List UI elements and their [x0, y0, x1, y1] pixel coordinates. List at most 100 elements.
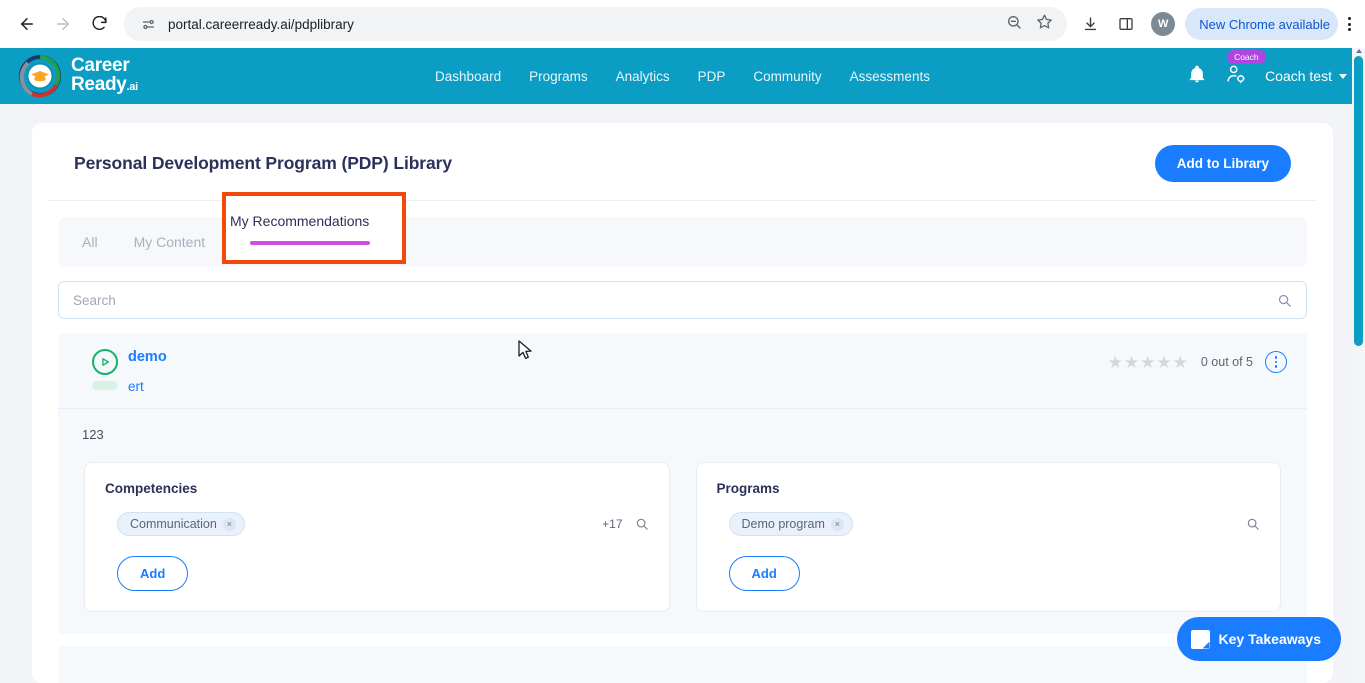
- rating-area: ★★★★★ 0 out of 5: [1108, 347, 1287, 373]
- more-dot: [1275, 365, 1278, 368]
- item-subtitle-link[interactable]: ert: [128, 379, 167, 394]
- download-button[interactable]: [1075, 9, 1105, 39]
- header-actions: Coach Coach test: [1187, 63, 1347, 90]
- more-dot: [1275, 356, 1278, 359]
- competencies-overflow-count: +17: [602, 517, 622, 531]
- nav-item-analytics[interactable]: Analytics: [616, 69, 670, 84]
- address-bar[interactable]: portal.careerready.ai/pdplibrary: [124, 7, 1067, 41]
- user-settings-icon: [1225, 63, 1247, 85]
- tabs-container: All My Content My Recommendations: [32, 201, 1333, 267]
- key-takeaways-label: Key Takeaways: [1219, 631, 1321, 647]
- chrome-update-label: New Chrome available: [1199, 17, 1330, 32]
- more-vertical-icon[interactable]: [1265, 351, 1287, 373]
- brand-line-2: Ready: [71, 74, 127, 95]
- nav-item-community[interactable]: Community: [753, 69, 821, 84]
- competencies-chips-actions: +17: [602, 517, 648, 531]
- programs-search-icon[interactable]: [1246, 517, 1260, 531]
- brand-suffix: .ai: [127, 81, 138, 93]
- browser-toolbar: portal.careerready.ai/pdplibrary W New C…: [0, 0, 1365, 48]
- progress-pill: [92, 381, 118, 390]
- brand-logo[interactable]: Career Ready.ai: [18, 54, 138, 98]
- brand-line-1: Career: [71, 56, 138, 75]
- notification-bell-button[interactable]: [1187, 64, 1207, 89]
- forward-arrow-icon: [54, 15, 72, 33]
- item-titles: demo ert: [128, 347, 167, 394]
- search-input[interactable]: [73, 293, 1277, 308]
- user-settings-button[interactable]: [1225, 63, 1247, 90]
- user-menu-button[interactable]: Coach test: [1265, 68, 1347, 84]
- search-container: [32, 267, 1333, 319]
- download-icon: [1082, 16, 1099, 33]
- scrollbar-thumb[interactable]: [1354, 56, 1363, 346]
- panel-header: Personal Development Program (PDP) Libra…: [48, 123, 1317, 201]
- item-media-column: [82, 347, 128, 390]
- key-takeaways-button[interactable]: Key Takeaways: [1177, 617, 1341, 661]
- search-icon[interactable]: [1277, 293, 1292, 308]
- nav-item-programs[interactable]: Programs: [529, 69, 588, 84]
- close-icon[interactable]: ×: [223, 518, 236, 531]
- item-description: 123: [58, 409, 1307, 448]
- competency-chip[interactable]: Communication ×: [117, 512, 245, 536]
- add-to-library-button[interactable]: Add to Library: [1155, 145, 1291, 182]
- url-text: portal.careerready.ai/pdplibrary: [168, 17, 354, 32]
- star-rating[interactable]: ★★★★★: [1108, 354, 1189, 371]
- next-recommendation-item[interactable]: [58, 646, 1307, 683]
- nav-item-dashboard[interactable]: Dashboard: [435, 69, 501, 84]
- chevron-down-icon: [1339, 74, 1347, 79]
- side-panel-icon: [1118, 16, 1134, 32]
- programs-card-title: Programs: [717, 481, 1261, 496]
- app-header: Career Ready.ai Dashboard Programs Analy…: [0, 48, 1365, 104]
- programs-add-button[interactable]: Add: [729, 556, 800, 591]
- notification-bell-icon: [1187, 64, 1207, 84]
- competencies-add-button[interactable]: Add: [117, 556, 188, 591]
- search-box[interactable]: [58, 281, 1307, 319]
- page-title: Personal Development Program (PDP) Libra…: [74, 153, 452, 174]
- annotation-tab-label: My Recommendations: [230, 213, 369, 229]
- item-header: demo ert ★★★★★ 0 out of 5: [58, 333, 1307, 409]
- careerready-logo-icon: [18, 54, 62, 98]
- programs-chips-actions: [1234, 517, 1260, 531]
- zoom-search-icon[interactable]: [1006, 14, 1022, 35]
- tab-my-content[interactable]: My Content: [134, 217, 206, 267]
- tab-all-label: All: [82, 234, 98, 250]
- bookmark-star-icon[interactable]: [1036, 13, 1053, 35]
- more-dot: [1275, 361, 1278, 364]
- forward-button[interactable]: [46, 7, 80, 41]
- chrome-update-button[interactable]: New Chrome available: [1185, 8, 1338, 40]
- page-body: Personal Development Program (PDP) Libra…: [0, 104, 1365, 683]
- program-chip-label: Demo program: [742, 517, 825, 531]
- content-panel: Personal Development Program (PDP) Libra…: [32, 123, 1333, 683]
- nav-item-pdp[interactable]: PDP: [698, 69, 726, 84]
- annotation-tab-underline: [250, 241, 370, 245]
- kebab-dot: [1348, 17, 1351, 20]
- nav-item-assessments[interactable]: Assessments: [850, 69, 930, 84]
- main-navigation: Dashboard Programs Analytics PDP Communi…: [435, 69, 930, 84]
- scroll-up-arrow-icon[interactable]: [1356, 49, 1362, 53]
- browser-actions: W New Chrome available: [1075, 8, 1355, 40]
- tab-all[interactable]: All: [82, 217, 98, 267]
- reload-icon: [91, 16, 108, 33]
- competency-chip-label: Communication: [130, 517, 217, 531]
- kebab-dot: [1348, 23, 1351, 26]
- competencies-card-title: Competencies: [105, 481, 649, 496]
- program-chip[interactable]: Demo program ×: [729, 512, 853, 536]
- item-title-link[interactable]: demo: [128, 349, 167, 365]
- tab-my-content-label: My Content: [134, 234, 206, 250]
- kebab-dot: [1348, 28, 1351, 31]
- back-button[interactable]: [10, 7, 44, 41]
- side-panel-button[interactable]: [1111, 9, 1141, 39]
- competencies-chips-row: Communication × +17: [105, 512, 649, 536]
- competencies-card: Competencies Communication × +17: [84, 462, 670, 612]
- profile-avatar[interactable]: W: [1151, 12, 1175, 36]
- active-tab-indicator: [241, 258, 380, 262]
- role-badge: Coach: [1227, 50, 1266, 64]
- browser-scrollbar[interactable]: [1352, 48, 1365, 683]
- competencies-search-icon[interactable]: [635, 517, 649, 531]
- play-circle-icon[interactable]: [92, 349, 118, 375]
- reload-button[interactable]: [82, 7, 116, 41]
- item-cards: Competencies Communication × +17: [58, 448, 1307, 634]
- browser-menu-button[interactable]: [1344, 17, 1355, 31]
- site-settings-icon[interactable]: [138, 14, 158, 34]
- programs-chips-row: Demo program ×: [717, 512, 1261, 536]
- close-icon[interactable]: ×: [831, 518, 844, 531]
